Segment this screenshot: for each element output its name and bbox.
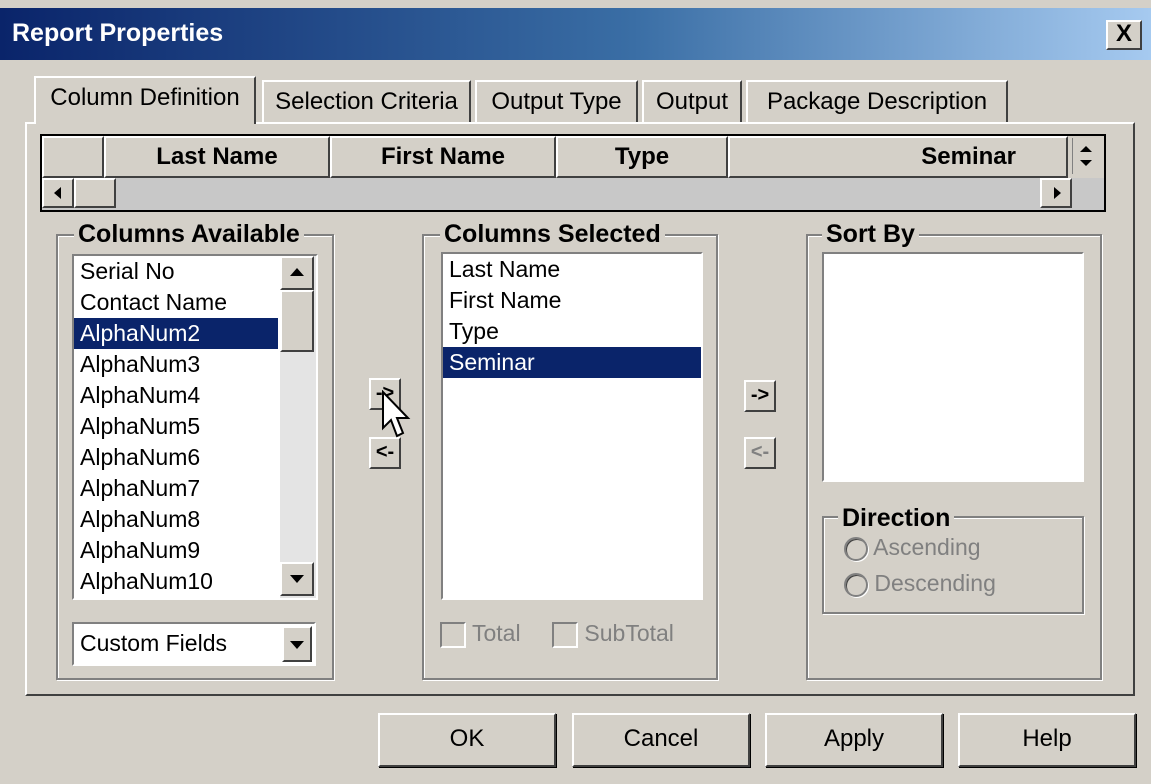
list-item[interactable]: Contact Name — [74, 287, 278, 318]
checkbox-box — [552, 621, 578, 648]
tab-label: Column Definition — [50, 84, 240, 111]
list-item[interactable]: Type — [443, 316, 701, 347]
list-item[interactable]: AlphaNum4 — [74, 380, 278, 411]
list-item[interactable]: AlphaNum10 — [74, 566, 278, 597]
spin-up-icon — [1080, 146, 1092, 152]
descending-label: Descending — [874, 570, 996, 596]
chevron-down-icon — [290, 641, 304, 649]
group-title: Columns Selected — [440, 220, 665, 248]
list-item[interactable]: AlphaNum9 — [74, 535, 278, 566]
grid-vspin[interactable] — [1072, 138, 1100, 174]
group-title: Columns Available — [74, 220, 304, 248]
sort-by-list[interactable] — [822, 252, 1084, 482]
list-item[interactable]: AlphaNum2 — [74, 318, 278, 349]
dropdown-button[interactable] — [282, 626, 312, 662]
list-item[interactable]: Serial No — [74, 256, 278, 287]
tab-output[interactable]: Output — [642, 80, 742, 124]
dropdown-value: Custom Fields — [80, 630, 227, 656]
scroll-left-button[interactable] — [42, 178, 74, 208]
scroll-up-button[interactable] — [280, 256, 314, 290]
arrow-right-icon — [1054, 187, 1061, 199]
subtotal-label: SubTotal — [584, 620, 674, 646]
scroll-thumb[interactable] — [280, 290, 314, 352]
radio-circle — [844, 572, 868, 597]
arrow-left-icon — [54, 187, 61, 199]
arrow-down-icon — [290, 575, 304, 583]
columns-available-list[interactable]: Serial No Contact Name AlphaNum2 AlphaNum3 A… — [72, 254, 318, 600]
grid-header-type[interactable]: Type — [556, 136, 728, 178]
scroll-down-button[interactable] — [280, 562, 314, 596]
window-title: Report Properties — [12, 19, 224, 47]
total-checkbox[interactable]: Total — [440, 620, 521, 648]
grid-header-last-name[interactable]: Last Name — [104, 136, 330, 178]
list-item[interactable]: AlphaNum3 — [74, 349, 278, 380]
descending-radio[interactable]: Descending — [844, 570, 996, 597]
mouse-cursor-icon — [382, 390, 411, 438]
remove-sort-button[interactable]: <- — [744, 437, 776, 469]
subtotal-checkbox[interactable]: SubTotal — [552, 620, 674, 648]
ascending-label: Ascending — [873, 534, 981, 560]
list-item[interactable]: AlphaNum7 — [74, 473, 278, 504]
add-sort-button[interactable]: -> — [744, 380, 776, 412]
list-item[interactable]: AlphaNum5 — [74, 411, 278, 442]
list-item[interactable]: First Name — [443, 285, 701, 316]
total-label: Total — [471, 620, 521, 646]
close-icon: X — [1115, 20, 1132, 47]
group-title: Sort By — [822, 220, 919, 248]
ascending-radio[interactable]: Ascending — [844, 534, 981, 561]
tab-output-type[interactable]: Output Type — [475, 80, 638, 124]
grid-header-seminar[interactable]: Seminar — [728, 136, 1068, 178]
grid-header-first-name[interactable]: First Name — [330, 136, 556, 178]
help-button[interactable]: Help — [958, 713, 1136, 767]
tab-label: Output Type — [491, 88, 622, 115]
direction-group: Direction — [822, 504, 1084, 614]
tab-selection-criteria[interactable]: Selection Criteria — [262, 80, 471, 124]
tab-package-description[interactable]: Package Description — [746, 80, 1008, 124]
arrow-up-icon — [290, 268, 304, 276]
list-vertical-scrollbar[interactable] — [280, 256, 316, 598]
radio-circle — [844, 536, 868, 561]
apply-button[interactable]: Apply — [765, 713, 943, 767]
scroll-right-button[interactable] — [1040, 178, 1072, 208]
grid-horizontal-scrollbar[interactable] — [42, 178, 1104, 210]
list-item[interactable]: Seminar — [443, 347, 701, 378]
tab-column-definition[interactable]: Column Definition — [34, 76, 256, 124]
ok-button[interactable]: OK — [378, 713, 556, 767]
grid-row-header — [42, 136, 104, 178]
field-category-dropdown[interactable]: Custom Fields — [72, 622, 316, 666]
scroll-thumb[interactable] — [74, 178, 116, 208]
tab-label: Package Description — [766, 88, 988, 115]
tab-label: Output — [655, 88, 729, 115]
close-button[interactable]: X — [1106, 20, 1142, 50]
tab-label: Selection Criteria — [275, 88, 458, 115]
report-properties-dialog: Report Properties X Column Definition Se… — [0, 0, 1151, 784]
columns-selected-list[interactable]: Last Name First Name Type Seminar — [441, 252, 703, 600]
spin-down-icon — [1080, 160, 1092, 166]
list-item[interactable]: AlphaNum6 — [74, 442, 278, 473]
list-item[interactable]: AlphaNum8 — [74, 504, 278, 535]
cancel-button[interactable]: Cancel — [572, 713, 750, 767]
list-item[interactable]: Last Name — [443, 254, 701, 285]
title-bar[interactable]: Report Properties X — [0, 8, 1151, 60]
column-preview-grid[interactable]: Last Name First Name Type Seminar — [40, 134, 1106, 212]
checkbox-box — [440, 621, 466, 648]
group-title: Direction — [838, 504, 955, 532]
